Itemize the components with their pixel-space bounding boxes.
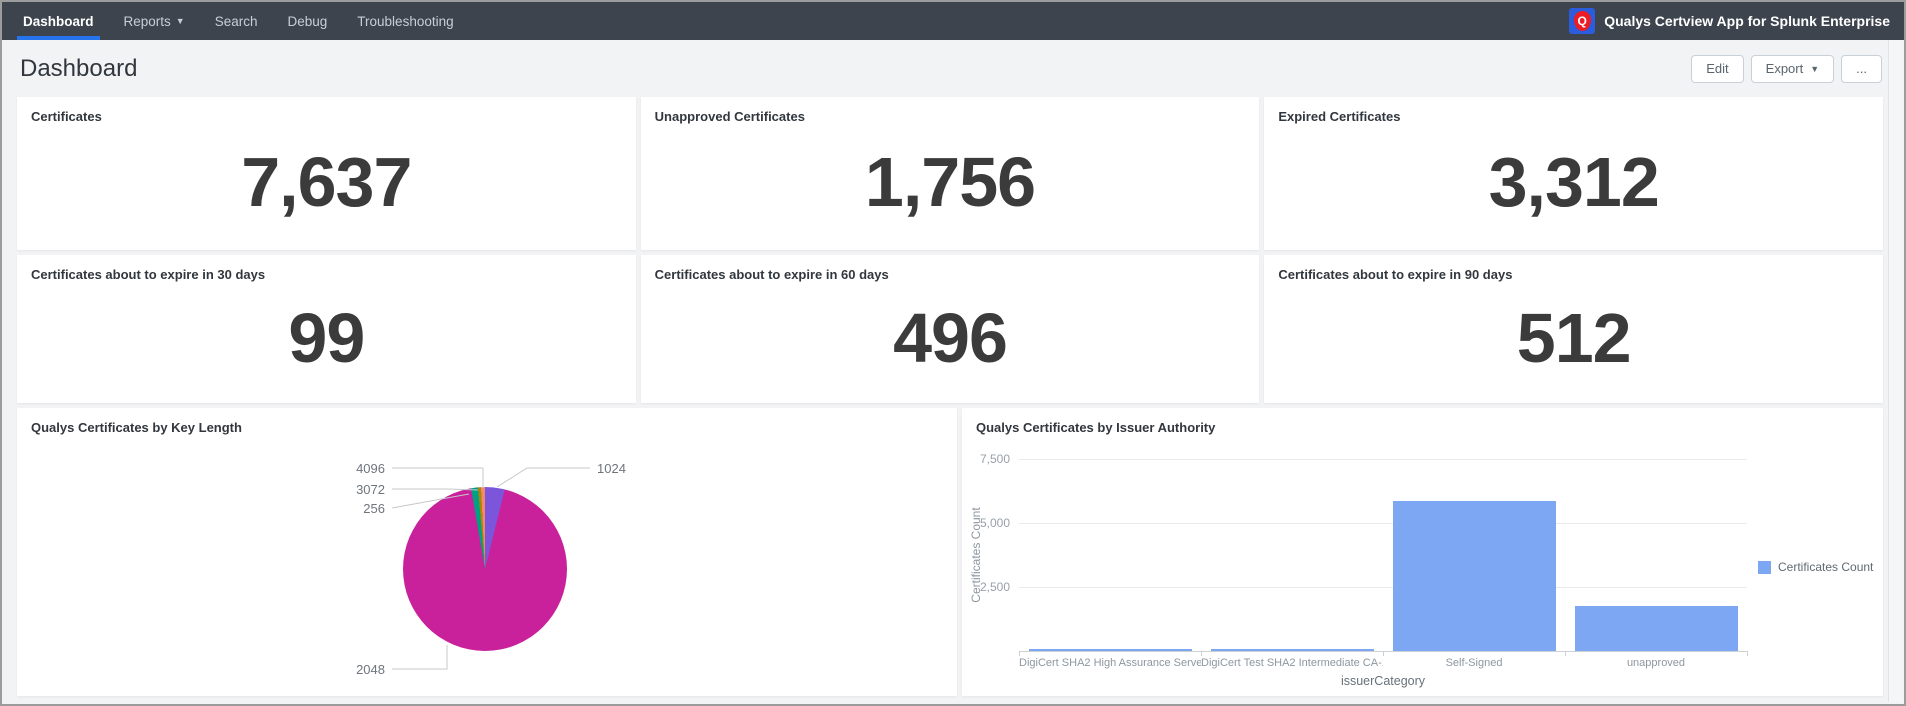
pie-slice-label-3072: 3072 <box>356 482 385 497</box>
bar-Self-Signed[interactable] <box>1392 501 1556 651</box>
x-axis-tick <box>1565 651 1566 656</box>
nav-item-label: Search <box>214 13 258 29</box>
vertical-scrollbar[interactable] <box>1888 40 1902 702</box>
nav-item-label: Troubleshooting <box>357 13 454 29</box>
kpi-panel-expire-30-days: Certificates about to expire in 30 days … <box>17 255 636 403</box>
gridline-5,000 <box>1019 523 1747 524</box>
nav-item-label: Debug <box>287 13 328 29</box>
kpi-title: Expired Certificates <box>1278 109 1401 124</box>
kpi-panel-certificates: Certificates 7,637 <box>17 97 636 250</box>
kpi-value: 1,756 <box>864 143 1036 221</box>
bar-DigiCert Test SHA2 Intermediate CA-1[interactable] <box>1210 649 1374 651</box>
app-branding: Q Qualys Certview App for Splunk Enterpr… <box>1569 2 1904 40</box>
nav-item-search[interactable]: Search <box>200 2 273 40</box>
chevron-down-icon: ▼ <box>1810 63 1820 74</box>
x-category-label: unapproved <box>1626 657 1686 669</box>
pie-chart-panel: Qualys Certificates by Key Length 1024 20… <box>17 408 957 696</box>
kpi-value: 7,637 <box>241 143 412 221</box>
chevron-down-icon: ▼ <box>175 16 185 26</box>
nav-item-label: Reports <box>123 13 171 29</box>
kpi-panel-unapproved-certificates: Unapproved Certificates 1,756 <box>640 97 1260 250</box>
nav-item-label: Dashboard <box>23 13 94 29</box>
kpi-title: Certificates <box>31 109 102 124</box>
top-navbar: Dashboard Reports ▼ Search Debug Trouble… <box>2 2 1904 40</box>
bar-chart-panel: Qualys Certificates by Issuer Authority … <box>962 408 1883 696</box>
app-title: Qualys Certview App for Splunk Enterpris… <box>1604 13 1890 29</box>
kpi-panel-expire-90-days: Certificates about to expire in 90 days … <box>1264 255 1884 403</box>
x-category-label: DigiCert Test SHA2 Intermediate CA-1 <box>1201 657 1383 669</box>
x-axis-tick <box>1201 651 1202 656</box>
kpi-value: 99 <box>288 298 365 377</box>
x-axis-title: issuerCategory <box>1340 674 1426 688</box>
chart-legend[interactable]: Certificates Count <box>1758 560 1873 574</box>
charts-row: Qualys Certificates by Key Length 1024 20… <box>17 408 1883 696</box>
kpi-title: Certificates about to expire in 60 days <box>654 267 889 282</box>
kpi-value: 512 <box>1516 298 1632 377</box>
app-window: Dashboard Reports ▼ Search Debug Trouble… <box>0 0 1906 706</box>
x-axis-tick <box>1747 651 1748 656</box>
kpi-title: Certificates about to expire in 90 days <box>1278 267 1513 282</box>
kpi-panel-expired-certificates: Expired Certificates 3,312 <box>1264 97 1884 250</box>
edit-button[interactable]: Edit <box>1691 54 1744 83</box>
pie-slice-label-256: 256 <box>363 501 385 516</box>
y-axis-title: Certificates Count <box>969 507 983 603</box>
nav-item-debug[interactable]: Debug <box>273 2 343 40</box>
pie-slice-label-2048: 2048 <box>356 662 385 677</box>
nav-item-reports[interactable]: Reports ▼ <box>109 2 200 40</box>
kpi-panel-expire-60-days: Certificates about to expire in 60 days … <box>640 255 1260 403</box>
kpi-row-2: Certificates about to expire in 30 days … <box>17 255 1884 403</box>
export-button-label: Export <box>1765 61 1804 76</box>
nav-items: Dashboard Reports ▼ Search Debug Trouble… <box>2 2 469 40</box>
bar-chart: 2,500 5,000 7,500 DigiCert SHA2 High Assura… <box>962 408 1883 696</box>
header-buttons: Edit Export ▼ ... <box>1691 54 1882 83</box>
pie-slice-label-1024: 1024 <box>597 461 626 476</box>
kpi-value: 496 <box>893 298 1008 377</box>
dashboard-content: Certificates 7,637 Unapproved Certificat… <box>4 97 1888 702</box>
kpi-title: Certificates about to expire in 30 days <box>31 267 266 282</box>
logo-letter: Q <box>1577 14 1587 28</box>
kpi-title: Unapproved Certificates <box>654 109 805 124</box>
page-title: Dashboard <box>20 54 138 82</box>
x-axis-tick <box>1383 651 1384 656</box>
nav-item-dashboard[interactable]: Dashboard <box>8 2 109 40</box>
legend-label: Certificates Count <box>1778 560 1874 574</box>
more-actions-label: ... <box>1856 61 1867 76</box>
pie-chart: 1024 2048 256 3072 4096 <box>17 408 957 696</box>
bar-unapproved[interactable] <box>1574 606 1738 651</box>
kpi-value: 3,312 <box>1488 143 1660 221</box>
gridline-7,500 <box>1019 459 1747 460</box>
pie-slice-label-4096: 4096 <box>356 461 385 476</box>
y-tick-label: 7,500 <box>979 452 1010 466</box>
kpi-row-1: Certificates 7,637 Unapproved Certificat… <box>17 97 1884 250</box>
export-button[interactable]: Export ▼ <box>1750 54 1835 83</box>
x-axis-tick <box>1019 651 1020 656</box>
edit-button-label: Edit <box>1706 61 1729 76</box>
nav-item-troubleshooting[interactable]: Troubleshooting <box>342 2 468 40</box>
x-category-label: Self-Signed <box>1445 657 1503 669</box>
gridline-2,500 <box>1019 587 1747 588</box>
pie-slices[interactable] <box>403 487 567 651</box>
dashboard-header: Dashboard Edit Export ▼ ... <box>4 40 1888 97</box>
bar-DigiCert SHA2 High Assurance Server CA[interactable] <box>1028 649 1192 651</box>
legend-swatch <box>1758 560 1771 574</box>
x-category-label: DigiCert SHA2 High Assurance Server CA <box>1019 657 1201 669</box>
qualys-logo-icon: Q <box>1569 8 1596 34</box>
more-actions-button[interactable]: ... <box>1841 54 1882 83</box>
